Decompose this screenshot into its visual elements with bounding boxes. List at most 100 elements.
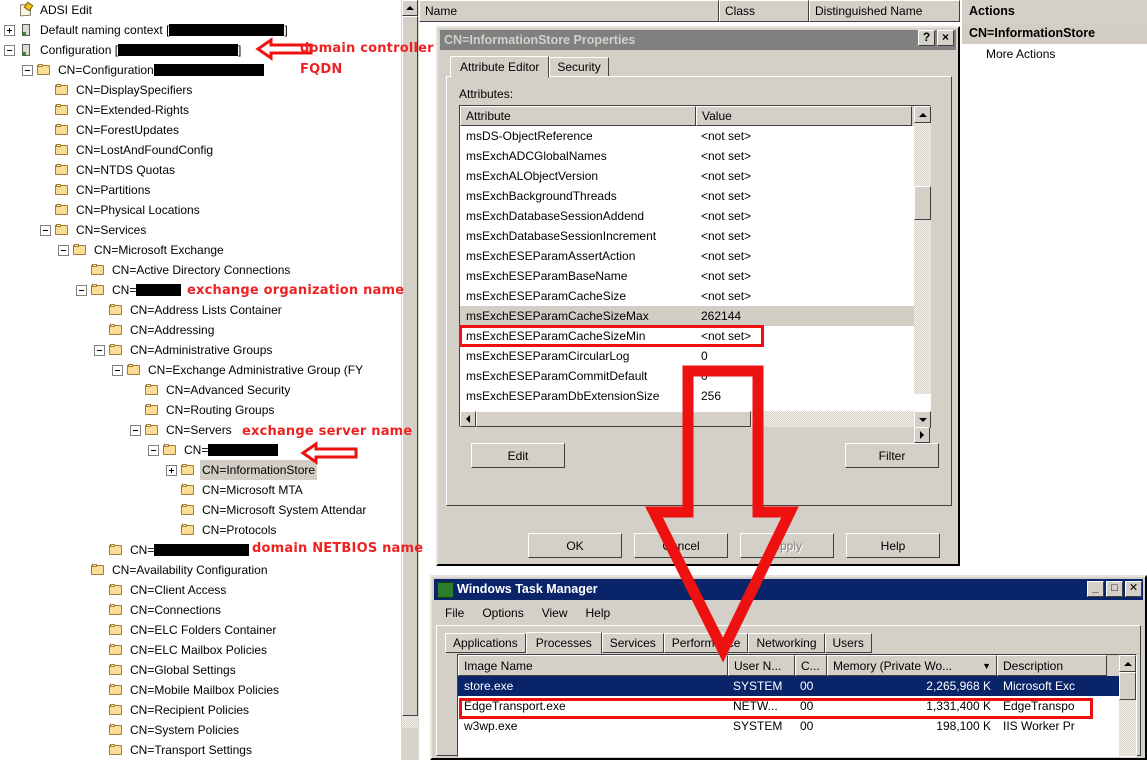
attribute-row[interactable]: msExchESEParamCircularLog 0 (460, 346, 930, 366)
tree-expander-minus-icon[interactable] (4, 44, 15, 56)
attribute-row[interactable]: msExchALObjectVersion <not set> (460, 166, 930, 186)
header-attribute[interactable]: Attribute (460, 106, 696, 126)
tree-expander-minus-icon[interactable] (148, 444, 159, 456)
tab-security[interactable]: Security (549, 57, 609, 77)
attrs-hscroll-thumb[interactable] (476, 411, 751, 427)
ok-button[interactable]: OK (528, 533, 622, 558)
attrs-scroll-right-icon[interactable] (914, 427, 930, 443)
tree-node-35[interactable]: CN=System Policies (0, 720, 400, 740)
attributes-listview[interactable]: Attribute Value msDS-ObjectReference <not… (459, 105, 931, 427)
tree-node-21[interactable]: CN= (0, 440, 400, 460)
apply-button[interactable]: Apply (740, 533, 834, 558)
tree-expander-minus-icon[interactable] (58, 244, 69, 256)
menu-options[interactable]: Options (473, 603, 532, 623)
minimize-icon[interactable]: _ (1087, 581, 1104, 597)
tree-node-6[interactable]: CN=LostAndFoundConfig (0, 140, 400, 160)
col-memory[interactable]: Memory (Private Wo... ▼ (827, 655, 997, 676)
tree-node-19[interactable]: CN=Routing Groups (0, 400, 400, 420)
tree-expander-minus-icon[interactable] (40, 224, 51, 236)
tree-vertical-scrollbar[interactable] (400, 0, 419, 760)
tree-expander-plus-icon[interactable] (166, 464, 177, 476)
column-header-dn[interactable]: Distinguished Name (809, 0, 960, 22)
tree-node-32[interactable]: CN=Global Settings (0, 660, 400, 680)
tree-expander-minus-icon[interactable] (130, 424, 141, 436)
attrs-scroll-track[interactable] (914, 123, 931, 394)
tab-users[interactable]: Users (824, 633, 872, 653)
attribute-row[interactable]: msExchESEParamDbExtensionSize 256 (460, 386, 930, 406)
attributes-vertical-scrollbar[interactable] (914, 106, 931, 428)
tab-applications[interactable]: Applications (445, 633, 526, 653)
help-button-icon[interactable]: ? (918, 30, 935, 46)
header-value[interactable]: Value (696, 106, 912, 126)
attribute-row[interactable]: msExchADCGlobalNames <not set> (460, 146, 930, 166)
tree-node-18[interactable]: CN=Advanced Security (0, 380, 400, 400)
menu-file[interactable]: File (436, 603, 473, 623)
attribute-row[interactable]: msExchESEParamCacheSize <not set> (460, 286, 930, 306)
tree-node-8[interactable]: CN=Partitions (0, 180, 400, 200)
edit-button[interactable]: Edit (471, 443, 565, 468)
cancel-button[interactable]: Cancel (634, 533, 728, 558)
tree-node-28[interactable]: CN=Client Access (0, 580, 400, 600)
tree-node-16[interactable]: CN=Administrative Groups (0, 340, 400, 360)
tree-node-4[interactable]: CN=Extended-Rights (0, 100, 400, 120)
tree-node-27[interactable]: CN=Availability Configuration (0, 560, 400, 580)
close-icon[interactable]: ✕ (1125, 581, 1142, 597)
col-description[interactable]: Description (997, 655, 1107, 676)
scroll-up-arrow-icon[interactable] (402, 0, 418, 16)
attribute-row[interactable]: msExchESEParamCacheSizeMax 262144 (460, 306, 930, 326)
tab-performance[interactable]: Performance (663, 633, 749, 653)
tree-node-22[interactable]: CN=InformationStore (0, 460, 400, 480)
attribute-row[interactable]: msExchESEParamAssertAction <not set> (460, 246, 930, 266)
tree-node-14[interactable]: CN=Address Lists Container (0, 300, 400, 320)
tree-node-23[interactable]: CN=Microsoft MTA (0, 480, 400, 500)
tab-processes[interactable]: Processes (525, 632, 602, 654)
tree-node-31[interactable]: CN=ELC Mailbox Policies (0, 640, 400, 660)
tree-node-34[interactable]: CN=Recipient Policies (0, 700, 400, 720)
tree-root-adsi-edit[interactable]: ADSI Edit (0, 0, 400, 20)
menu-help[interactable]: Help (577, 603, 620, 623)
tree-expander-minus-icon[interactable] (76, 284, 87, 296)
attribute-row[interactable]: msExchDatabaseSessionIncrement <not set> (460, 226, 930, 246)
tree-node-36[interactable]: CN=Transport Settings (0, 740, 400, 760)
process-row[interactable]: store.exe SYSTEM 00 2,265,968 K Microsoft Ex… (458, 676, 1136, 696)
tree-node-11[interactable]: CN=Microsoft Exchange (0, 240, 400, 260)
tree-node-9[interactable]: CN=Physical Locations (0, 200, 400, 220)
col-cpu[interactable]: C... (795, 655, 827, 676)
tree-expander-minus-icon[interactable] (22, 64, 33, 76)
attribute-row[interactable]: msExchESEParamCommitDefault 0 (460, 366, 930, 386)
adsi-tree-pane[interactable]: ADSI Edit Default naming context [] Config… (0, 0, 400, 760)
process-row[interactable]: EdgeTransport.exe NETW... 00 1,331,400 K Edg… (458, 696, 1136, 716)
scrollbar-thumb[interactable] (402, 16, 418, 716)
column-header-name[interactable]: Name (419, 0, 719, 22)
attribute-row[interactable]: msExchESEParamCacheSizeMin <not set> (460, 326, 930, 346)
tree-node-29[interactable]: CN=Connections (0, 600, 400, 620)
dialog-title-bar[interactable]: CN=InformationStore Properties (440, 30, 956, 50)
attrs-scroll-left-icon[interactable] (460, 411, 476, 427)
task-manager-title-bar[interactable]: Windows Task Manager (434, 579, 1143, 600)
tree-expander-plus-icon[interactable] (4, 24, 15, 36)
tree-node-17[interactable]: CN=Exchange Administrative Group (FY (0, 360, 400, 380)
tree-expander-minus-icon[interactable] (94, 344, 105, 356)
close-icon[interactable]: × (937, 30, 954, 46)
tree-node-12[interactable]: CN=Active Directory Connections (0, 260, 400, 280)
tree-expander-minus-icon[interactable] (112, 364, 123, 376)
menu-view[interactable]: View (533, 603, 577, 623)
attrs-scroll-thumb[interactable] (914, 186, 931, 220)
tree-node-10[interactable]: CN=Services (0, 220, 400, 240)
help-button[interactable]: Help (846, 533, 940, 558)
col-user-name[interactable]: User N... (728, 655, 795, 676)
maximize-icon[interactable]: □ (1106, 581, 1123, 597)
more-actions-item[interactable]: More Actions (962, 44, 1147, 64)
tab-services[interactable]: Services (601, 633, 664, 653)
tree-node-25[interactable]: CN=Protocols (0, 520, 400, 540)
tree-node-30[interactable]: CN=ELC Folders Container (0, 620, 400, 640)
processes-vertical-scrollbar[interactable] (1119, 655, 1136, 756)
tree-node-5[interactable]: CN=ForestUpdates (0, 120, 400, 140)
filter-button[interactable]: Filter (845, 443, 939, 468)
process-row[interactable]: w3wp.exe SYSTEM 00 198,100 K IIS Worker Pr (458, 716, 1136, 736)
tree-node-24[interactable]: CN=Microsoft System Attendar (0, 500, 400, 520)
col-image-name[interactable]: Image Name (458, 655, 728, 676)
tab-attribute-editor[interactable]: Attribute Editor (450, 56, 550, 78)
proc-scroll-thumb[interactable] (1119, 672, 1136, 700)
attribute-row[interactable]: msExchBackgroundThreads <not set> (460, 186, 930, 206)
